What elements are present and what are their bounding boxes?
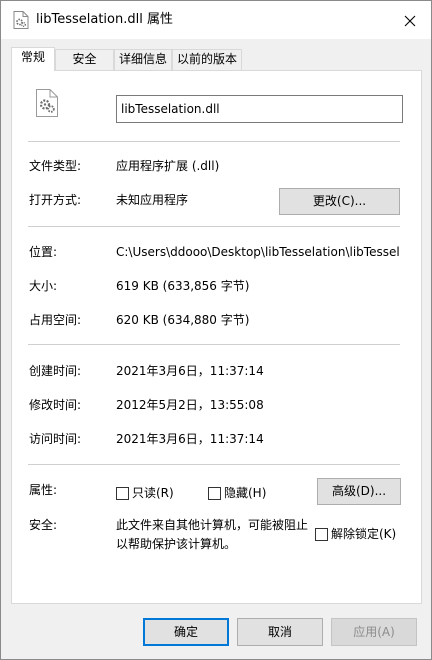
unblock-checkbox[interactable]: 解除锁定(K) <box>315 526 396 542</box>
modified-value: 2012年5月2日，13:55:08 <box>116 398 264 412</box>
ok-button[interactable]: 确定 <box>143 618 229 646</box>
checkbox-box[interactable] <box>315 527 328 541</box>
size-on-disk-value: 620 KB (634,880 字节) <box>116 313 250 327</box>
divider <box>28 141 400 142</box>
divider <box>28 226 400 227</box>
dll-file-icon <box>35 89 59 117</box>
accessed-label: 访问时间: <box>29 432 82 446</box>
checkbox-box[interactable] <box>116 486 129 500</box>
tab-previous-versions[interactable]: 以前的版本 <box>172 49 242 70</box>
divider <box>28 344 400 345</box>
close-button[interactable] <box>393 7 427 35</box>
file-name-field[interactable]: libTesselation.dll <box>116 95 403 123</box>
divider <box>28 464 400 465</box>
title-bar[interactable]: libTesselation.dll 属性 <box>1 1 431 39</box>
size-on-disk-label: 占用空间: <box>29 313 82 327</box>
size-value: 619 KB (633,856 字节) <box>116 279 250 293</box>
tab-details[interactable]: 详细信息 <box>114 49 172 70</box>
file-type-label: 文件类型: <box>29 159 82 173</box>
readonly-label: 只读(R) <box>132 486 174 500</box>
location-label: 位置: <box>29 245 58 259</box>
created-label: 创建时间: <box>29 364 82 378</box>
tab-general[interactable]: 常规 <box>11 47 55 71</box>
file-type-value: 应用程序扩展 (.dll) <box>116 159 220 173</box>
tab-security[interactable]: 安全 <box>55 49 114 70</box>
checkbox-box[interactable] <box>208 486 221 500</box>
apply-button[interactable]: 应用(A) <box>331 618 417 646</box>
created-value: 2021年3月6日，11:37:14 <box>116 364 264 378</box>
hidden-label: 隐藏(H) <box>224 486 267 500</box>
location-value: C:\Users\ddooo\Desktop\libTesselation\li… <box>116 245 400 259</box>
security-message-line1: 此文件来自其他计算机，可能被阻止 <box>116 518 309 532</box>
advanced-button[interactable]: 高级(D)... <box>317 478 401 505</box>
security-label: 安全: <box>29 518 58 532</box>
modified-label: 修改时间: <box>29 398 82 412</box>
opens-with-value: 未知应用程序 <box>116 193 189 207</box>
readonly-checkbox[interactable]: 只读(R) <box>116 485 174 501</box>
size-label: 大小: <box>29 279 58 293</box>
window-title: libTesselation.dll 属性 <box>36 12 173 27</box>
accessed-value: 2021年3月6日，11:37:14 <box>116 432 264 446</box>
properties-dialog: libTesselation.dll 属性 常规 安全 详细信息 以前的版本 l… <box>0 0 432 660</box>
security-message-line2: 以帮助保护该计算机。 <box>116 537 237 551</box>
unblock-label: 解除锁定(K) <box>331 527 397 541</box>
general-panel: libTesselation.dll 文件类型: 应用程序扩展 (.dll) 打… <box>11 70 422 604</box>
opens-with-label: 打开方式: <box>29 193 82 207</box>
file-icon <box>13 11 29 29</box>
change-button[interactable]: 更改(C)... <box>279 188 400 215</box>
hidden-checkbox[interactable]: 隐藏(H) <box>208 485 266 501</box>
close-icon <box>404 15 416 27</box>
attributes-label: 属性: <box>29 483 58 497</box>
cancel-button[interactable]: 取消 <box>237 618 323 646</box>
